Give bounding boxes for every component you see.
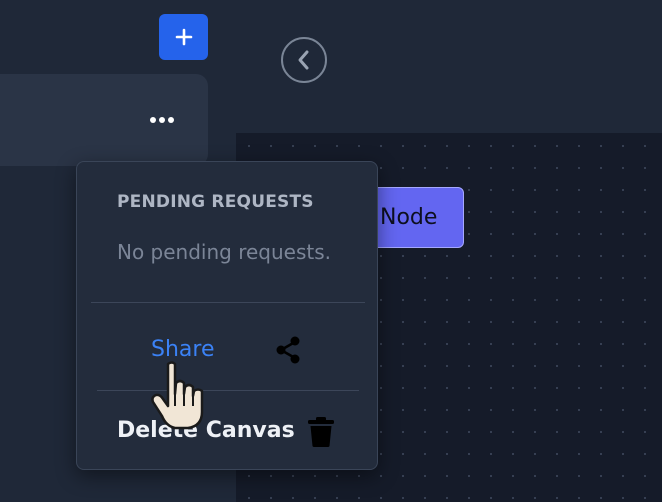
- add-canvas-button[interactable]: [159, 14, 208, 60]
- chevron-left-icon: [298, 50, 309, 70]
- collapse-sidebar-button[interactable]: [281, 37, 327, 83]
- pending-requests-heading: PENDING REQUESTS: [117, 192, 314, 212]
- menu-divider: [91, 302, 365, 303]
- plus-icon: [175, 28, 192, 46]
- trash-icon[interactable]: [307, 416, 335, 448]
- share-icon[interactable]: [272, 334, 304, 366]
- more-horizontal-icon[interactable]: [147, 112, 177, 128]
- hand-pointer-cursor-icon: [151, 361, 204, 430]
- menu-divider: [97, 390, 359, 391]
- pending-requests-empty: No pending requests.: [117, 240, 332, 264]
- node-label: Node: [380, 205, 438, 230]
- canvas-options-menu: PENDING REQUESTS No pending requests. Sh…: [76, 161, 378, 470]
- share-menu-item[interactable]: Share: [151, 337, 215, 362]
